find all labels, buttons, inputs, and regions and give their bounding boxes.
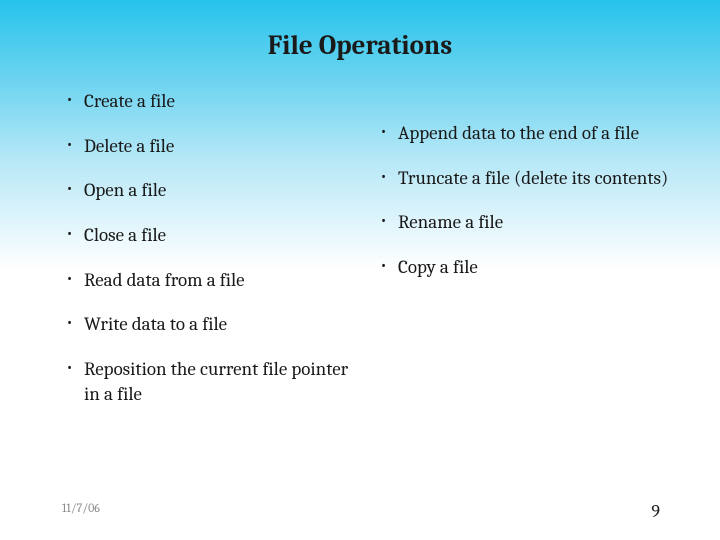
list-item: Append data to the end of a file (376, 121, 670, 146)
list-item: Copy a file (376, 255, 670, 280)
list-item: Reposition the current file pointer in a… (62, 357, 356, 406)
list-item: Delete a file (62, 134, 356, 159)
right-list: Append data to the end of a file Truncat… (376, 121, 670, 280)
list-item: Create a file (62, 89, 356, 114)
list-item: Truncate a file (delete its contents) (376, 166, 670, 191)
footer: 11/7/06 9 (0, 501, 720, 522)
list-item: Read data from a file (62, 268, 356, 293)
left-list: Create a file Delete a file Open a file … (62, 89, 356, 407)
list-item: Rename a file (376, 210, 670, 235)
list-item: Write data to a file (62, 312, 356, 337)
list-item: Close a file (62, 223, 356, 248)
content-columns: Create a file Delete a file Open a file … (0, 89, 720, 427)
left-column: Create a file Delete a file Open a file … (62, 89, 356, 427)
right-column: Append data to the end of a file Truncat… (376, 89, 670, 427)
slide-title: File Operations (0, 30, 720, 61)
footer-date: 11/7/06 (62, 501, 100, 522)
page-number: 9 (651, 501, 660, 522)
list-item: Open a file (62, 178, 356, 203)
slide: File Operations Create a file Delete a f… (0, 0, 720, 540)
